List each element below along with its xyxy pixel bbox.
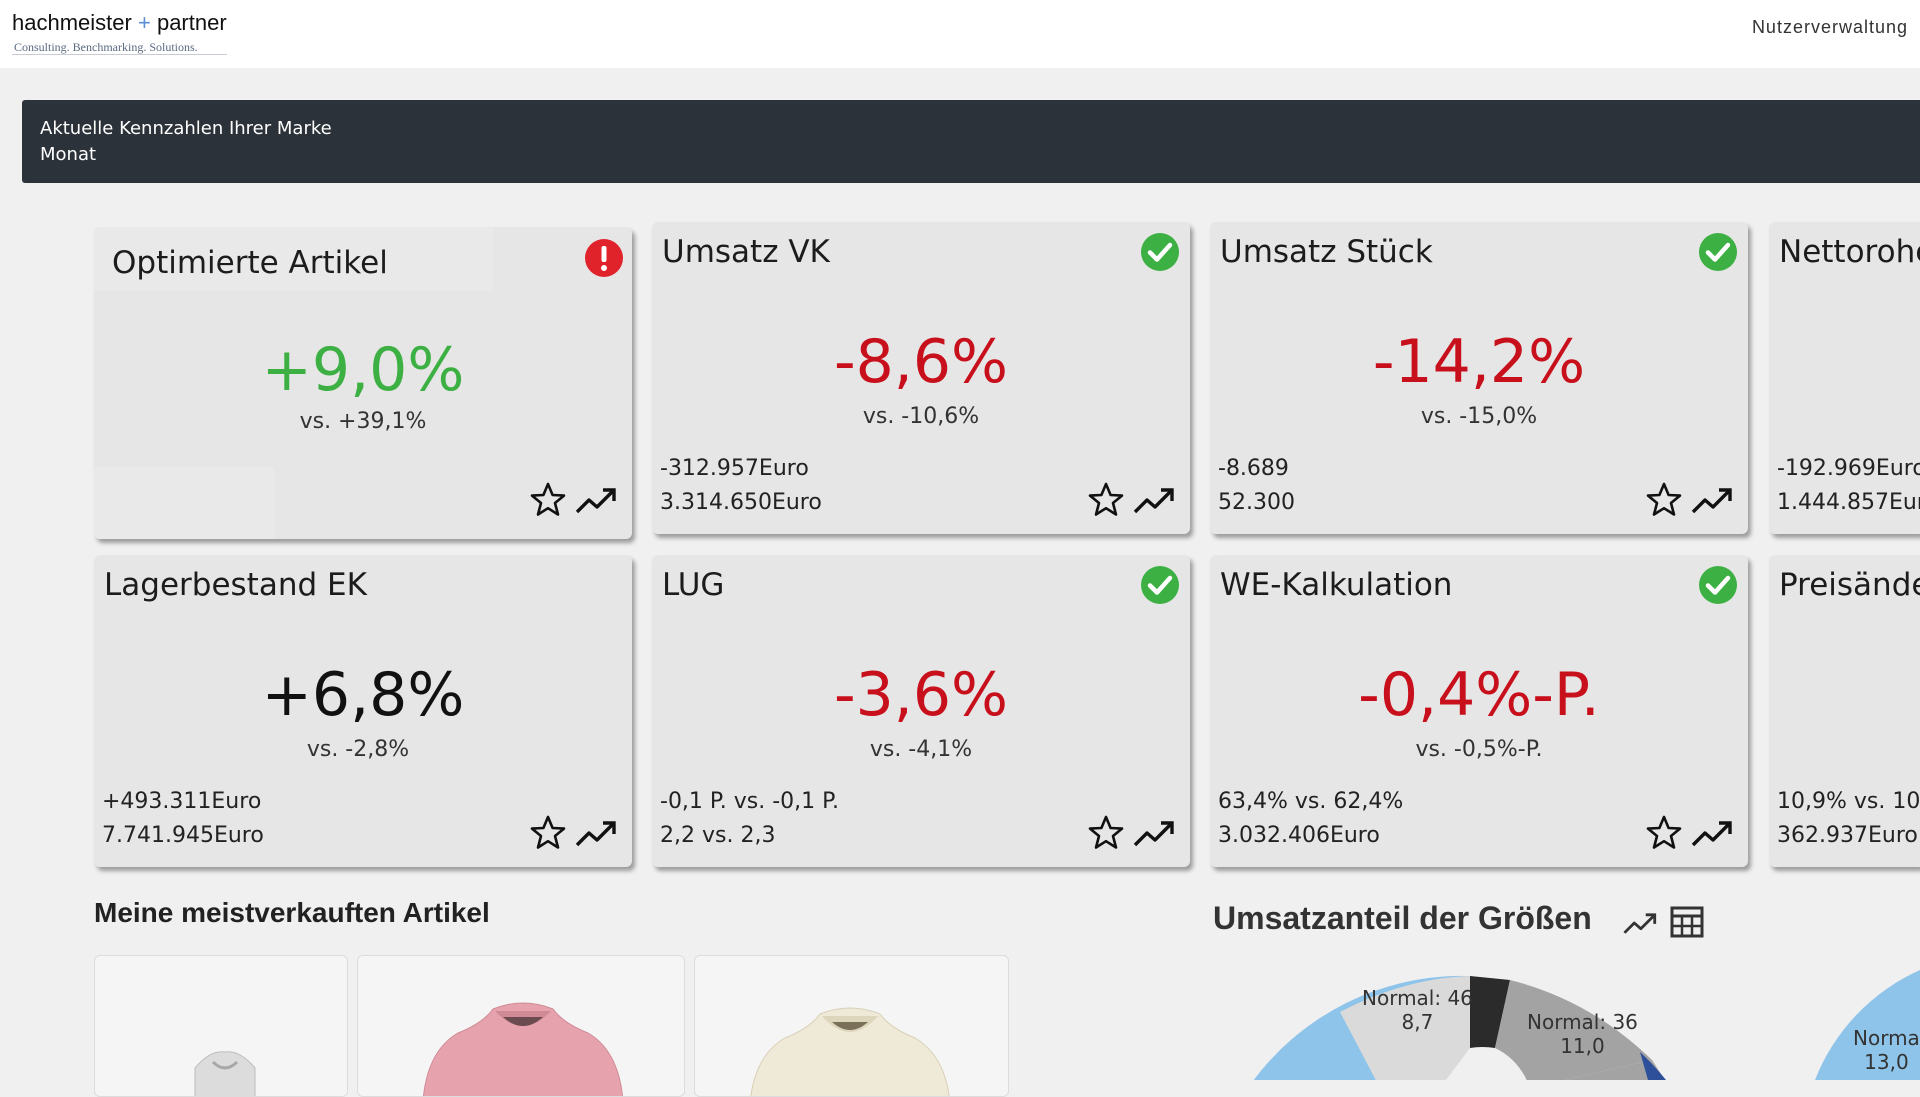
kpi-card-optimierte-artikel[interactable]: Optimierte Artikel +9,0% vs. +39,1% [94,227,632,539]
trend-icon[interactable] [1622,905,1658,941]
kpi-detail-2: 3.032.406Euro [1218,823,1380,848]
star-icon[interactable] [1086,480,1126,520]
kpi-title: Preisände [1779,567,1920,603]
logo-text-right: partner [156,10,227,35]
trend-icon[interactable] [1690,482,1734,518]
table-icon[interactable] [1670,905,1704,939]
kpi-detail-2: 7.741.945Euro [102,823,264,848]
kpi-comparison: vs. -0,5%-P. [1415,737,1543,762]
size-share-title: Umsatzanteil der Größen [1213,900,1592,936]
trend-icon[interactable] [574,815,618,851]
kpi-detail-2: 52.300 [1218,490,1295,515]
kpi-detail-2: 1.444.857Eur [1777,490,1920,515]
logo-text-left: hachmeister [12,10,132,35]
kpi-detail-1: -192.969Euro [1777,456,1920,481]
company-logo[interactable]: hachmeister + partner [12,10,227,36]
kpi-title: Umsatz Stück [1220,234,1433,270]
bestsellers-title: Meine meistverkauften Artikel [94,897,490,928]
check-icon [1699,233,1737,271]
kpi-title: Nettorohe [1779,234,1920,270]
star-icon[interactable] [1644,480,1684,520]
kpi-comparison: vs. -15,0% [1420,404,1538,429]
kpi-banner: Aktuelle Kennzahlen Ihrer Marke Monat [22,100,1920,183]
kpi-detail-1: 10,9% vs. 10, [1777,789,1920,814]
logo-plus: + [137,10,151,35]
kpi-detail-2: 362.937Euro [1777,823,1918,848]
logo-tagline: Consulting. Benchmarking. Solutions. [14,40,198,54]
logo-divider [12,54,227,55]
card-actions [528,813,618,853]
kpi-comparison: vs. -2,8% [306,737,410,762]
card-actions [1644,480,1734,520]
check-icon [1141,233,1179,271]
kpi-card-lagerbestand-ek[interactable]: Lagerbestand EK +6,8% vs. -2,8% +493.311… [94,555,632,867]
product-card[interactable] [357,955,685,1097]
app-header: hachmeister + partner Consulting. Benchm… [0,0,1920,68]
kpi-title: Optimierte Artikel [112,245,388,281]
product-card[interactable] [694,955,1009,1097]
kpi-card-umsatz-vk[interactable]: Umsatz VK -8,6% vs. -10,6% -312.957Euro … [652,222,1190,534]
kpi-comparison: vs. -4,1% [869,737,973,762]
card-corner-background [94,467,274,539]
kpi-title: Lagerbestand EK [104,567,367,603]
kpi-detail-1: -312.957Euro [660,456,809,481]
kpi-title: WE-Kalkulation [1220,567,1453,603]
product-image [194,1051,256,1096]
kpi-card-we-kalkulation[interactable]: WE-Kalkulation -0,4%-P. vs. -0,5%-P. 63,… [1210,555,1748,867]
product-image [750,1007,950,1096]
kpi-detail-2: 2,2 vs. 2,3 [660,823,776,848]
star-icon[interactable] [1644,813,1684,853]
kpi-card-nettorohertrag[interactable]: Nettorohe -192.969Euro 1.444.857Eur [1769,222,1920,534]
card-actions [1644,813,1734,853]
kpi-detail-1: +493.311Euro [102,789,262,814]
size-label: Norma 13,0 [1853,1026,1920,1074]
size-label: Normal: 46 8,7 [1362,986,1473,1034]
kpi-title: LUG [662,567,725,603]
star-icon[interactable] [528,480,568,520]
alert-icon [585,239,623,277]
banner-period: Monat [40,144,97,165]
kpi-comparison: vs. -10,6% [862,404,980,429]
card-actions [528,480,618,520]
kpi-title: Umsatz VK [662,234,830,270]
card-actions [1086,480,1176,520]
star-icon[interactable] [1086,813,1126,853]
check-icon [1141,566,1179,604]
user-management-link[interactable]: Nutzerverwaltung [1752,17,1908,38]
kpi-card-lug[interactable]: LUG -3,6% vs. -4,1% -0,1 P. vs. -0,1 P. … [652,555,1190,867]
trend-icon[interactable] [574,482,618,518]
banner-title: Aktuelle Kennzahlen Ihrer Marke [40,118,332,139]
kpi-card-preisaenderungen[interactable]: Preisände 10,9% vs. 10, 362.937Euro [1769,555,1920,867]
star-icon[interactable] [528,813,568,853]
kpi-detail-1: -0,1 P. vs. -0,1 P. [660,789,839,814]
kpi-percent: +6,8% [261,660,465,730]
kpi-percent: -14,2% [1372,327,1586,397]
trend-icon[interactable] [1132,815,1176,851]
product-card[interactable] [94,955,348,1097]
kpi-detail-1: 63,4% vs. 62,4% [1218,789,1404,814]
kpi-percent: -0,4%-P. [1358,660,1600,730]
kpi-percent: -3,6% [833,660,1009,730]
product-image [423,1002,623,1096]
check-icon [1699,566,1737,604]
kpi-card-umsatz-stueck[interactable]: Umsatz Stück -14,2% vs. -15,0% -8.689 52… [1210,222,1748,534]
kpi-detail-1: -8.689 [1218,456,1289,481]
kpi-percent: +9,0% [261,335,465,405]
size-label: Normal: 36 11,0 [1527,1010,1638,1058]
kpi-comparison: vs. +39,1% [299,409,427,434]
kpi-detail-2: 3.314.650Euro [660,490,822,515]
size-share-donut-chart[interactable] [1230,948,1750,1080]
trend-icon[interactable] [1690,815,1734,851]
card-actions [1086,813,1176,853]
trend-icon[interactable] [1132,482,1176,518]
kpi-percent: -8,6% [833,327,1009,397]
